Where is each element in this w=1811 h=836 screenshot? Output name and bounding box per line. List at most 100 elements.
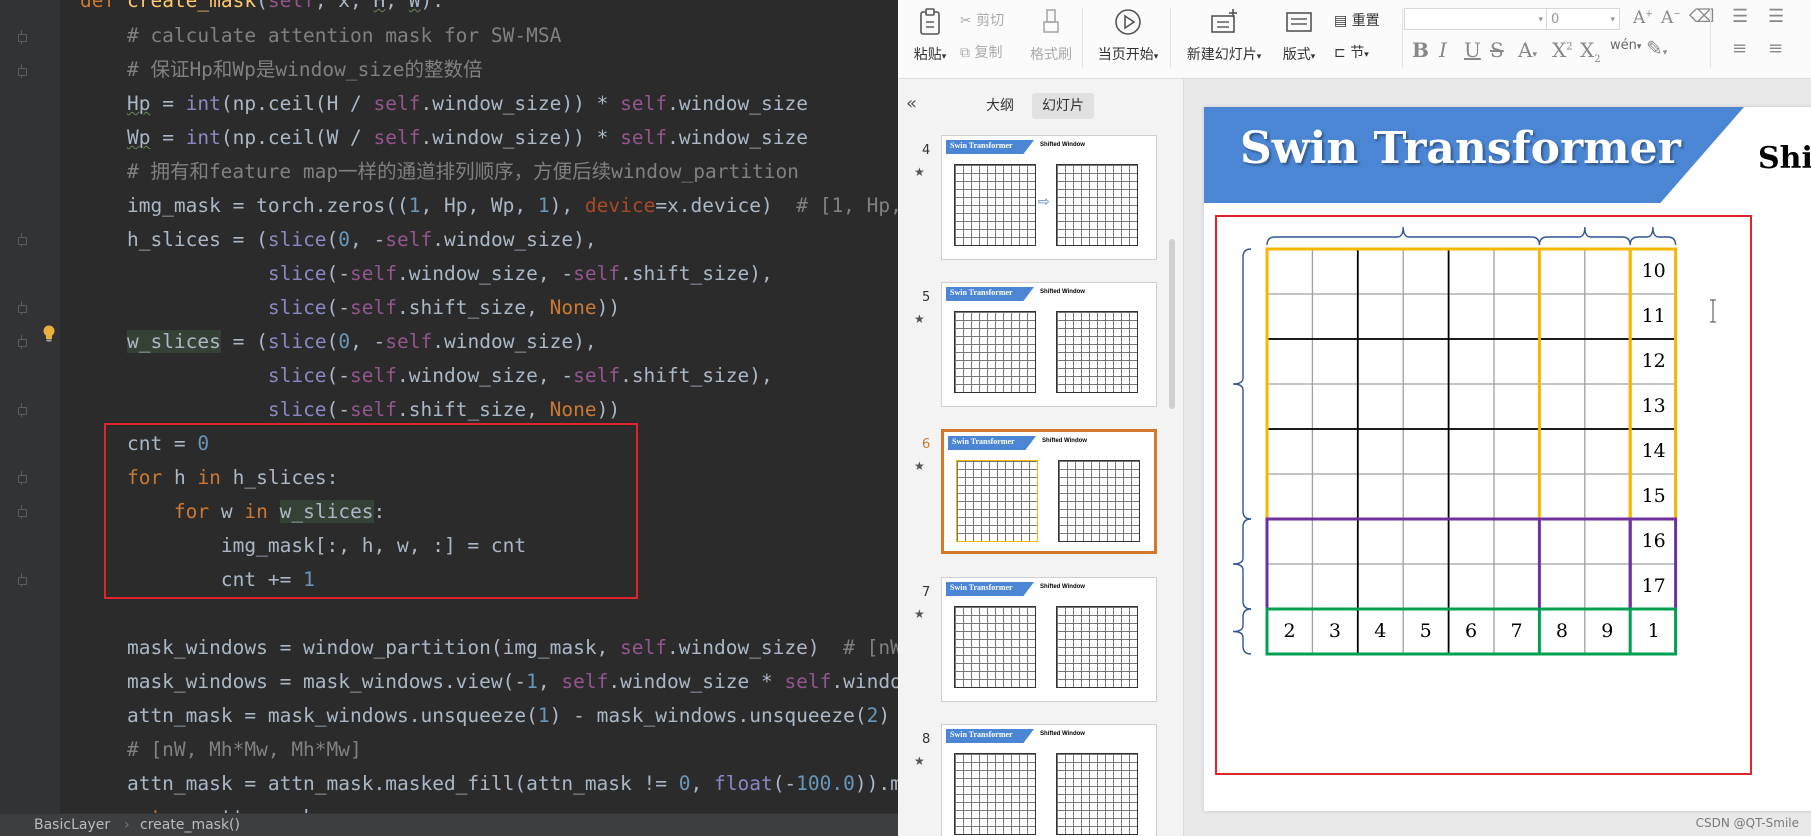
code-line[interactable]: def create_mask(self, x, H, W): <box>80 0 444 18</box>
cut-button[interactable]: ✂ 剪切 <box>960 10 1004 30</box>
code-line[interactable]: Hp = int(np.ceil(H / self.window_size)) … <box>80 87 808 121</box>
code-token: (np.ceil(W / <box>220 126 374 149</box>
numbered-list-icon[interactable]: ☰ <box>1768 6 1784 27</box>
code-line[interactable]: attn_mask = mask_windows.unsqueeze(1) - … <box>80 699 890 733</box>
code-line[interactable]: mask_windows = window_partition(img_mask… <box>80 631 898 665</box>
strikethrough-icon[interactable]: S <box>1490 38 1504 62</box>
code-line[interactable]: # calculate attention mask for SW-MSA <box>80 19 561 53</box>
code-token: .window_size) <box>667 636 844 659</box>
fold-marker-icon[interactable] <box>16 335 28 349</box>
slide-number: 5 <box>922 290 931 305</box>
code-line[interactable]: w_slices = (slice(0, -self.window_size), <box>80 325 597 359</box>
play-from-current-button[interactable]: 当页开始▾ <box>1092 8 1164 64</box>
code-token: self <box>620 636 668 659</box>
grid-cell-label: 17 <box>1641 575 1666 597</box>
slide-thumbnail[interactable]: Swin Transformer Shifted Window <box>941 724 1157 836</box>
format-painter-button[interactable]: 格式刷 <box>1026 8 1076 64</box>
code-token: ): <box>420 0 444 12</box>
phonetic-guide-button[interactable]: wén▾ <box>1610 38 1641 53</box>
code-token: self <box>373 92 421 115</box>
thumbnail-banner: Swin Transformer <box>946 729 1034 743</box>
italic-icon[interactable]: I <box>1439 38 1447 62</box>
layout-button[interactable]: 版式▾ <box>1276 8 1322 64</box>
font-color-icon[interactable]: A▾ <box>1518 38 1537 62</box>
lightbulb-icon[interactable] <box>42 325 56 343</box>
align-center-icon[interactable]: ≡ <box>1768 38 1783 59</box>
code-token: .window_size <box>667 92 808 115</box>
code-line[interactable]: # 保证Hp和Wp是window_size的整数倍 <box>80 53 483 87</box>
code-line[interactable]: mask_windows = mask_windows.view(-1, sel… <box>80 665 898 699</box>
code-line[interactable]: img_mask = torch.zeros((1, Hp, Wp, 1), d… <box>80 189 898 223</box>
code-line[interactable]: Wp = int(np.ceil(W / self.window_size)) … <box>80 121 808 155</box>
fold-marker-icon[interactable] <box>16 301 28 315</box>
breadcrumb-method[interactable]: create_mask() <box>140 814 240 836</box>
font-name-select[interactable]: ▾ <box>1404 8 1548 30</box>
code-line[interactable]: slice(-self.window_size, -self.shift_siz… <box>80 359 773 393</box>
brace <box>1266 226 1541 246</box>
fold-marker-icon[interactable] <box>16 30 28 44</box>
thumbnail-banner: Swin Transformer <box>946 287 1034 301</box>
highlight-icon[interactable]: ✎▾ <box>1646 36 1667 60</box>
bold-icon[interactable]: B <box>1412 38 1429 62</box>
fold-marker-icon[interactable] <box>16 403 28 417</box>
fold-marker-icon[interactable] <box>16 64 28 78</box>
grid-cell-label: 7 <box>1510 620 1523 642</box>
code-token: mask_windows = window_partition(img_mask… <box>80 636 621 659</box>
slide-thumbnail[interactable]: Swin Transformer Shifted Window ⇨ <box>941 135 1157 260</box>
copy-button[interactable]: ⧉ 复制 <box>960 42 1002 62</box>
tab-outline[interactable]: 大纲 <box>976 93 1024 119</box>
code-token: ( <box>326 330 339 353</box>
font-size-select[interactable]: 0 ▾ <box>1546 8 1620 30</box>
code-line[interactable]: # [nW, Mh*Mw, Mh*Mw] <box>80 733 362 767</box>
thumbnail-grid <box>1056 606 1138 688</box>
scrollbar[interactable] <box>1169 239 1175 409</box>
brace <box>1629 226 1677 246</box>
bullet-list-icon[interactable]: ☰ <box>1732 6 1748 27</box>
code-token: img_mask = torch.zeros(( <box>80 194 409 217</box>
paste-label: 粘贴 <box>913 47 942 63</box>
slide-canvas[interactable]: Swin Transformer Shi 10 11 12 13 14 15 16 17 1 2 3… <box>1184 79 1811 836</box>
code-token: , - <box>350 228 386 251</box>
fold-marker-icon[interactable] <box>16 233 28 247</box>
reset-button[interactable]: ▤ 重置 <box>1334 10 1380 30</box>
paste-button[interactable]: 粘贴▾ <box>910 8 950 64</box>
underline-icon[interactable]: U <box>1464 38 1481 62</box>
code-token: 0 <box>338 330 351 353</box>
grid-cell-label: 10 <box>1641 260 1666 282</box>
code-line[interactable]: h_slices = (slice(0, -self.window_size), <box>80 223 597 257</box>
code-line[interactable]: slice(-self.shift_size, None)) <box>80 393 620 427</box>
slide-thumbnail[interactable]: Swin Transformer Shifted Window <box>941 282 1157 407</box>
reset-icon: ▤ <box>1334 13 1348 29</box>
fold-marker-icon[interactable] <box>16 505 28 519</box>
slide[interactable]: Swin Transformer Shi 10 11 12 13 14 15 16 17 1 2 3… <box>1204 107 1811 811</box>
slide-thumbnail[interactable]: Swin Transformer Shifted Window <box>941 577 1157 702</box>
fold-marker-icon[interactable] <box>16 471 28 485</box>
decrease-font-icon[interactable]: A− <box>1661 8 1681 28</box>
code-line[interactable]: attn_mask = attn_mask.masked_fill(attn_m… <box>80 767 898 801</box>
new-slide-button[interactable]: 新建幻灯片▾ <box>1178 8 1270 64</box>
increase-font-icon[interactable]: A+ <box>1633 8 1653 28</box>
slide-thumbnail[interactable]: Swin Transformer Shifted Window <box>941 429 1157 554</box>
code-token: # [nW, Mh*Mw, Mh*Mw] <box>80 738 362 761</box>
code-editor[interactable]: def create_mask(self, x, H, W): # calcul… <box>0 0 898 836</box>
breadcrumb-class[interactable]: BasicLayer <box>34 814 110 836</box>
slide-number: 7 <box>922 585 931 600</box>
collapse-pane-icon[interactable]: « <box>906 93 917 114</box>
code-token: self <box>350 296 397 319</box>
fold-marker-icon[interactable] <box>16 573 28 587</box>
code-line[interactable]: # 拥有和feature map一样的通道排列顺序，方便后续window_par… <box>80 155 799 189</box>
code-token: W <box>408 0 421 12</box>
superscript-icon[interactable]: X2 <box>1552 38 1573 62</box>
subscript-icon[interactable]: X2 <box>1580 38 1601 65</box>
code-line[interactable]: slice(-self.shift_size, None)) <box>80 291 620 325</box>
code-line[interactable]: slice(-self.window_size, -self.shift_siz… <box>80 257 773 291</box>
tab-slides[interactable]: 幻灯片 <box>1032 93 1094 119</box>
align-left-icon[interactable]: ≡ <box>1732 38 1747 59</box>
thumbnail-grid <box>954 753 1036 835</box>
section-label: 节 <box>1350 45 1365 61</box>
code-token: ) - mask_windows.unsqueeze( <box>549 704 867 727</box>
section-button[interactable]: ⊏ 节▾ <box>1334 42 1369 62</box>
code-token: .window_size <box>667 126 808 149</box>
code-token: ( <box>326 228 339 251</box>
code-token: (- <box>772 772 797 795</box>
